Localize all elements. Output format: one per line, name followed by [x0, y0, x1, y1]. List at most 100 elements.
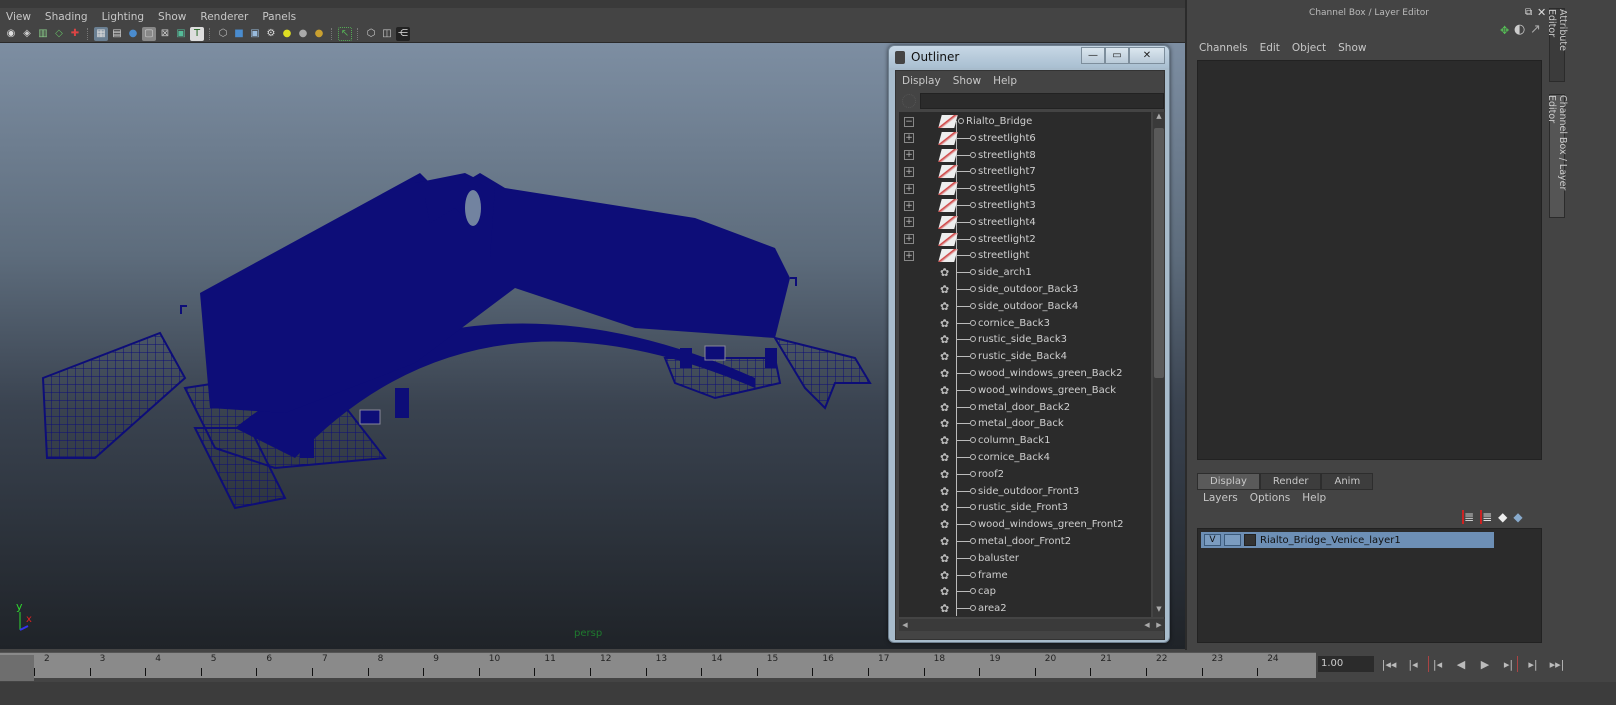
outliner-item[interactable]: + streetlight8	[899, 147, 1151, 164]
tab-channel-box-layer-editor[interactable]: Channel Box / Layer Editor	[1546, 94, 1568, 218]
outliner-item[interactable]: ✿ area2	[899, 600, 1151, 617]
step-back-frame-button[interactable]: |◂	[1428, 656, 1446, 672]
shadows-icon[interactable]: ●	[312, 27, 326, 41]
range-slider[interactable]	[0, 682, 1616, 705]
go-to-start-button[interactable]: |◂◂	[1380, 656, 1398, 672]
outliner-item-label[interactable]: frame	[978, 570, 1008, 581]
outliner-item[interactable]: ✿ side_arch1	[899, 264, 1151, 281]
step-back-key-button[interactable]: |◂	[1404, 656, 1422, 672]
current-frame-field[interactable]: 1.00	[1318, 656, 1374, 672]
expand-icon[interactable]: +	[904, 150, 914, 161]
outliner-item[interactable]: + streetlight5	[899, 180, 1151, 197]
outliner-item[interactable]: ✿ wood_windows_green_Front2	[899, 516, 1151, 533]
expand-icon[interactable]: +	[904, 200, 914, 211]
tab-anim[interactable]: Anim	[1321, 473, 1374, 490]
xray-joints-icon[interactable]: ◫	[380, 27, 394, 41]
outliner-item-label[interactable]: side_arch1	[978, 267, 1032, 278]
menu-shading[interactable]: Shading	[45, 11, 96, 23]
bridge-wireframe-model[interactable]	[35, 128, 885, 518]
outliner-item-label[interactable]: rustic_side_Back4	[978, 351, 1067, 362]
menu-object[interactable]: Object	[1292, 42, 1326, 54]
outliner-item-label[interactable]: metal_door_Front2	[978, 536, 1071, 547]
outliner-item[interactable]: ✿ wood_windows_green_Back2	[899, 365, 1151, 382]
outliner-item[interactable]: + streetlight	[899, 247, 1151, 264]
manipulator-icon[interactable]: ✥	[1500, 24, 1509, 37]
scroll-left-arrow-icon[interactable]: ◀	[1141, 619, 1153, 631]
outliner-item-label[interactable]: cap	[978, 586, 996, 597]
collapse-icon[interactable]: −	[904, 116, 914, 127]
grid-icon[interactable]: ▦	[94, 26, 108, 41]
expand-icon[interactable]: +	[904, 166, 914, 177]
outliner-vertical-scrollbar[interactable]: ▲ ▼	[1153, 112, 1165, 617]
menu-show[interactable]: Show	[953, 75, 981, 87]
outliner-item[interactable]: ✿ frame	[899, 567, 1151, 584]
outliner-item[interactable]: + streetlight4	[899, 214, 1151, 231]
layer-visibility-toggle[interactable]: V	[1204, 534, 1221, 546]
scroll-down-arrow-icon[interactable]: ▼	[1154, 605, 1164, 617]
wireframe-on-shaded-icon[interactable]: ▣	[248, 27, 262, 41]
close-panel-button[interactable]: ✕	[1537, 6, 1546, 19]
safe-action-icon[interactable]: ▣	[174, 27, 188, 41]
resolution-gate-icon[interactable]: ●	[126, 27, 140, 41]
menu-layers[interactable]: Layers	[1203, 492, 1238, 504]
camera-attr-icon[interactable]: ◈	[20, 27, 34, 41]
isolate-select-icon[interactable]: ↖	[338, 26, 352, 41]
outliner-item[interactable]: ✿ roof2	[899, 466, 1151, 483]
menu-renderer[interactable]: Renderer	[200, 11, 256, 23]
outliner-item[interactable]: ✿ metal_door_Back2	[899, 399, 1151, 416]
expand-icon[interactable]: +	[904, 133, 914, 144]
smooth-shade-icon[interactable]: ■	[232, 27, 246, 41]
step-forward-key-button[interactable]: ▸|	[1524, 656, 1542, 672]
minimize-button[interactable]: —	[1081, 47, 1105, 64]
default-lighting-icon[interactable]: ●	[280, 27, 294, 41]
new-layer-from-selected-icon[interactable]: ◆	[1513, 510, 1522, 524]
outliner-item-label[interactable]: streetlight4	[978, 217, 1036, 228]
outliner-item-label[interactable]: roof2	[978, 469, 1004, 480]
outliner-item-label[interactable]: area2	[978, 603, 1007, 614]
layer-playback-toggle[interactable]	[1224, 534, 1241, 546]
menu-view[interactable]: View	[6, 11, 39, 23]
layer-row[interactable]: V Rialto_Bridge_Venice_layer1	[1201, 532, 1494, 548]
2d-pan-icon[interactable]: ✚	[68, 27, 82, 41]
all-lights-icon[interactable]: ●	[296, 27, 310, 41]
tab-render[interactable]: Render	[1259, 473, 1322, 490]
outliner-item-label[interactable]: cornice_Back4	[978, 452, 1050, 463]
outliner-item-label[interactable]: baluster	[978, 553, 1019, 564]
scroll-left-arrow-icon[interactable]: ◀	[899, 619, 911, 631]
outliner-item-label[interactable]: column_Back1	[978, 435, 1050, 446]
menu-show[interactable]: Show	[158, 11, 194, 23]
outliner-item-label[interactable]: streetlight8	[978, 150, 1036, 161]
menu-edit[interactable]: Edit	[1260, 42, 1280, 54]
close-button[interactable]: ✕	[1129, 47, 1165, 64]
expand-icon[interactable]: +	[904, 183, 914, 194]
outliner-item-label[interactable]: rustic_side_Front3	[978, 502, 1068, 513]
gate-mask-icon[interactable]: ▢	[142, 26, 156, 41]
textured-icon[interactable]: ⚙	[264, 27, 278, 41]
outliner-item[interactable]: + streetlight2	[899, 231, 1151, 248]
outliner-horizontal-scrollbar[interactable]: ◀ ◀ ▶	[899, 619, 1165, 631]
outliner-item-label[interactable]: side_outdoor_Back3	[978, 284, 1078, 295]
expand-icon[interactable]: +	[904, 234, 914, 245]
outliner-item[interactable]: + streetlight3	[899, 197, 1151, 214]
menu-channels[interactable]: Channels	[1199, 42, 1248, 54]
outliner-item[interactable]: ✿ side_outdoor_Front3	[899, 483, 1151, 500]
menu-lighting[interactable]: Lighting	[102, 11, 152, 23]
menu-help[interactable]: Help	[993, 75, 1017, 87]
node-editor-icon[interactable]: ⋲	[396, 26, 410, 41]
expand-icon[interactable]: +	[904, 250, 914, 261]
outliner-item[interactable]: ✿ rustic_side_Back3	[899, 331, 1151, 348]
menu-options[interactable]: Options	[1250, 492, 1291, 504]
outliner-item-label[interactable]: streetlight6	[978, 133, 1036, 144]
outliner-item[interactable]: ✿ side_outdoor_Back4	[899, 298, 1151, 315]
outliner-item-label[interactable]: wood_windows_green_Back2	[978, 368, 1122, 379]
tab-display[interactable]: Display	[1197, 473, 1260, 490]
outliner-item[interactable]: ✿ column_Back1	[899, 432, 1151, 449]
xray-icon[interactable]: ⬡	[364, 27, 378, 41]
outliner-item-label[interactable]: wood_windows_green_Back	[978, 385, 1116, 396]
outliner-item[interactable]: ✿ wood_windows_green_Back	[899, 382, 1151, 399]
go-to-end-button[interactable]: ▸▸|	[1548, 656, 1566, 672]
outliner-titlebar[interactable]: Outliner — ▭ ✕	[889, 46, 1169, 68]
speed-icon[interactable]: ◐	[1514, 22, 1525, 37]
move-layer-down-icon[interactable]: ≣	[1480, 510, 1492, 524]
outliner-item-label[interactable]: rustic_side_Back3	[978, 334, 1067, 345]
